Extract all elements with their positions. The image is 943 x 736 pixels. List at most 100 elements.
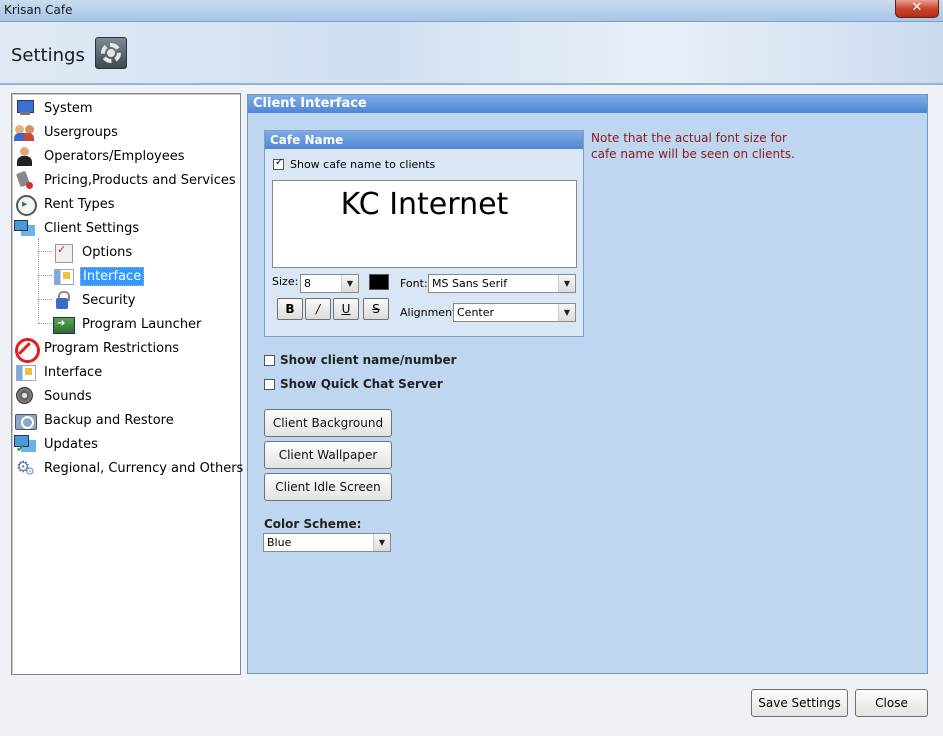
tree-item-label: Interface [44,364,103,380]
color-scheme-value: Blue [267,536,292,549]
chevron-down-icon[interactable]: ▼ [373,534,390,551]
font-size-select[interactable]: 8 ▼ [300,274,359,293]
operator-icon [14,146,36,166]
show-quick-chat-option[interactable]: Show Quick Chat Server [264,377,443,391]
no-entry-icon [14,338,40,363]
tree-item-security[interactable]: Security [52,289,137,311]
show-cafe-name-row[interactable]: Show cafe name to clients [273,157,436,171]
client-background-button[interactable]: Client Background [264,409,392,437]
tree-item-label: Interface [80,266,145,286]
tree-item-operators[interactable]: Operators/Employees [14,145,187,167]
show-cafe-name-label: Show cafe name to clients [290,158,436,171]
tree-connector [38,251,52,252]
show-client-name-option[interactable]: Show client name/number [264,353,457,367]
tree-connector [38,275,52,276]
tree-item-label: Program Restrictions [44,340,180,356]
font-family-select[interactable]: MS Sans Serif ▼ [428,274,576,293]
interface-icon [52,266,74,286]
tree-connector [38,323,52,324]
underline-button[interactable]: U [333,298,359,320]
size-label: Size: [272,275,299,288]
font-label: Font: [400,277,428,290]
tree-item-label: Client Settings [44,220,140,236]
settings-gear-icon [95,37,127,69]
italic-button[interactable]: / [305,298,331,320]
font-size-note: Note that the actual font size for cafe … [591,131,795,161]
panel-title: Client Interface [248,95,927,113]
save-settings-button[interactable]: Save Settings [751,689,848,717]
tree-item-label: Regional, Currency and Others [44,460,244,476]
chevron-down-icon[interactable]: ▼ [558,304,575,321]
tree-item-label: Updates [44,436,98,452]
tree-item-label: Sounds [44,388,92,404]
close-icon: ✕ [911,0,923,15]
clock-icon [14,194,37,216]
tree-item-label: Pricing,Products and Services [44,172,236,188]
font-color-swatch[interactable] [369,274,389,290]
tree-item-label: Security [82,292,136,308]
alignment-label: Alignment: [400,306,461,319]
chevron-down-icon[interactable]: ▼ [558,275,575,292]
show-quick-chat-checkbox[interactable] [264,378,275,390]
tree-item-client-interface[interactable]: Interface [52,265,145,287]
tree-item-label: Program Launcher [82,316,202,332]
cafe-name-preview-text: KC Internet [340,187,509,222]
interface-icon [14,362,36,382]
tree-connector [38,299,52,300]
gears-icon [14,457,36,478]
settings-tree[interactable]: System Usergroups Operators/Employees Pr… [11,93,243,675]
tree-item-interface[interactable]: Interface [14,361,104,383]
alignment-select[interactable]: Center ▼ [453,303,576,322]
alignment-value: Center [457,306,495,319]
group-title: Cafe Name [265,131,583,149]
tree-item-backup[interactable]: Backup and Restore [14,409,176,431]
show-quick-chat-label: Show Quick Chat Server [280,377,443,391]
client-wallpaper-button[interactable]: Client Wallpaper [264,441,392,469]
tree-item-label: Backup and Restore [44,412,174,428]
tree-item-sounds[interactable]: Sounds [14,385,94,407]
tree-item-regional[interactable]: Regional, Currency and Others [14,457,245,479]
tree-item-client-settings[interactable]: Client Settings [14,217,141,239]
launcher-icon [52,314,75,334]
close-button[interactable]: Close [855,689,928,717]
bold-button[interactable]: B [277,298,303,320]
title-bar: Krisan Cafe ✕ [0,0,943,22]
tree-item-rent-types[interactable]: Rent Types [14,193,117,216]
backup-icon [14,410,37,430]
tree-item-label: Operators/Employees [44,148,185,164]
monitor-icon [14,98,36,118]
options-icon [52,242,74,263]
color-scheme-label: Color Scheme: [264,517,362,531]
tree-item-program-restrictions[interactable]: Program Restrictions [14,337,181,363]
users-icon [14,122,36,142]
speaker-icon [14,386,36,406]
tree-item-label: System [44,100,93,116]
tree-item-program-launcher[interactable]: Program Launcher [52,313,203,335]
tree-item-updates[interactable]: Updates [14,433,100,455]
lock-icon [52,290,74,310]
client-idle-screen-button[interactable]: Client Idle Screen [264,473,392,501]
tree-item-label: Options [82,244,133,260]
tree-item-pricing[interactable]: Pricing,Products and Services [14,169,238,191]
tree-item-label: Rent Types [44,196,115,212]
chevron-down-icon[interactable]: ▼ [341,275,358,292]
tree-item-label: Usergroups [44,124,118,140]
show-cafe-name-checkbox[interactable] [273,157,284,170]
window-close-button[interactable]: ✕ [895,0,939,18]
font-size-value: 8 [304,277,311,290]
cafe-name-group: Cafe Name Show cafe name to clients KC I… [264,130,584,337]
tree-item-usergroups[interactable]: Usergroups [14,121,120,143]
tree-item-system[interactable]: System [14,97,94,119]
show-client-name-label: Show client name/number [280,353,457,367]
font-family-value: MS Sans Serif [432,277,508,290]
pricing-icon [14,170,36,190]
client-interface-panel: Client Interface Cafe Name Show cafe nam… [247,94,928,674]
updates-icon [14,434,36,455]
settings-header: Settings [0,22,943,84]
clients-icon [14,218,36,238]
tree-item-options[interactable]: Options [52,241,134,263]
show-client-name-checkbox[interactable] [264,354,275,366]
strikethrough-button[interactable]: S [363,298,389,320]
cafe-name-preview: KC Internet [272,180,577,268]
color-scheme-select[interactable]: Blue ▼ [263,533,391,552]
